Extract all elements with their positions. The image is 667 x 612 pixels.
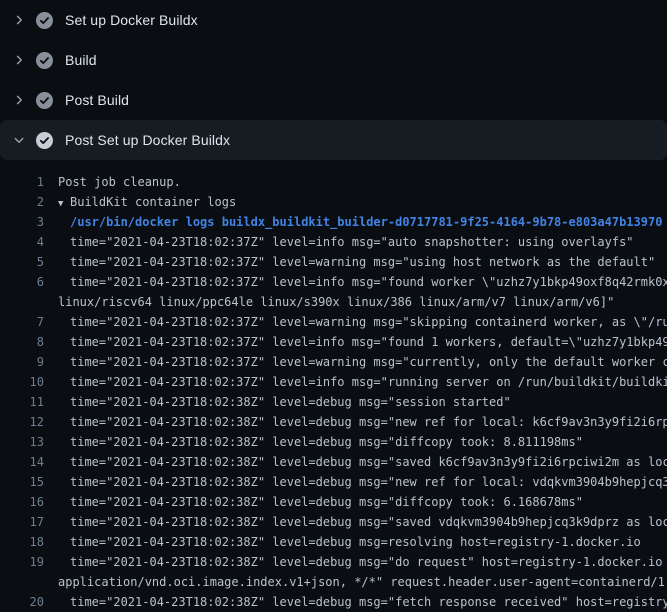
log-line: 15 time="2021-04-23T18:02:38Z" level=debu… [0, 472, 667, 492]
log-line-number[interactable]: 2 [0, 192, 44, 212]
log-line-number[interactable]: 16 [0, 492, 44, 512]
log-line: 3/usr/bin/docker logs buildx_buildkit_bu… [0, 212, 667, 232]
step-header-post-set-up-docker-buildx[interactable]: Post Set up Docker Buildx [0, 120, 667, 160]
log-line: 1 Post job cleanup. [0, 172, 667, 192]
step-label: Build [65, 52, 97, 68]
log-viewer: 1 Post job cleanup. 2 ▼BuildKit container l… [0, 160, 667, 612]
log-command-text: /usr/bin/docker logs buildx_buildkit_bui… [58, 212, 667, 232]
log-line: 8 time="2021-04-23T18:02:37Z" level=info … [0, 332, 667, 352]
log-line-number[interactable]: 18 [0, 532, 44, 552]
log-line-number[interactable]: 3 [0, 212, 44, 232]
log-line-number[interactable]: 1 [0, 172, 44, 192]
step-label: Post Build [65, 92, 129, 108]
log-line: 6 time="2021-04-23T18:02:37Z" level=info … [0, 272, 667, 292]
log-line-text: application/vnd.oci.image.index.v1+json,… [58, 572, 667, 592]
log-line-text: time="2021-04-23T18:02:38Z" level=debug … [58, 532, 667, 552]
chevron-down-icon [12, 133, 26, 147]
log-line-text: time="2021-04-23T18:02:37Z" level=info m… [58, 272, 667, 292]
log-line-text: time="2021-04-23T18:02:38Z" level=debug … [58, 392, 667, 412]
log-line-text: time="2021-04-23T18:02:37Z" level=warnin… [58, 252, 667, 272]
log-line-number[interactable]: 4 [0, 232, 44, 252]
log-line: 14 time="2021-04-23T18:02:38Z" level=debu… [0, 452, 667, 472]
log-line-text: time="2021-04-23T18:02:38Z" level=debug … [58, 412, 667, 432]
log-line: 11 time="2021-04-23T18:02:38Z" level=debu… [0, 392, 667, 412]
log-line-text: time="2021-04-23T18:02:37Z" level=warnin… [58, 312, 667, 332]
log-line: 4 time="2021-04-23T18:02:37Z" level=info … [0, 232, 667, 252]
log-line: 20 time="2021-04-23T18:02:38Z" level=debu… [0, 592, 667, 612]
log-line: 2 ▼BuildKit container logs [0, 192, 667, 212]
log-line: 16 time="2021-04-23T18:02:38Z" level=debu… [0, 492, 667, 512]
log-line-text: time="2021-04-23T18:02:37Z" level=info m… [58, 332, 667, 352]
collapse-triangle-icon[interactable]: ▼ [58, 194, 70, 212]
log-line-number[interactable]: 9 [0, 352, 44, 372]
log-line-number[interactable]: 7 [0, 312, 44, 332]
log-line-text: time="2021-04-23T18:02:38Z" level=debug … [58, 432, 667, 452]
chevron-right-icon [12, 53, 26, 67]
log-line-number-empty [0, 572, 44, 592]
log-line-number-empty [0, 292, 44, 312]
log-line-text: time="2021-04-23T18:02:38Z" level=debug … [58, 492, 667, 512]
check-circle-icon [36, 52, 53, 69]
log-line: 7 time="2021-04-23T18:02:37Z" level=warni… [0, 312, 667, 332]
log-line-number[interactable]: 19 [0, 552, 44, 572]
log-line-number[interactable]: 15 [0, 472, 44, 492]
log-line-number[interactable]: 17 [0, 512, 44, 532]
log-line: 10 time="2021-04-23T18:02:37Z" level=info… [0, 372, 667, 392]
chevron-right-icon [12, 13, 26, 27]
log-group-label: BuildKit container logs [70, 195, 236, 209]
check-circle-icon [36, 92, 53, 109]
log-line: 19 time="2021-04-23T18:02:38Z" level=debu… [0, 552, 667, 572]
log-line-number[interactable]: 11 [0, 392, 44, 412]
log-line-text: linux/riscv64 linux/ppc64le linux/s390x … [58, 292, 667, 312]
step-label: Set up Docker Buildx [65, 12, 198, 28]
check-circle-icon [36, 12, 53, 29]
log-line: 5 time="2021-04-23T18:02:37Z" level=warni… [0, 252, 667, 272]
log-line-text: time="2021-04-23T18:02:38Z" level=debug … [58, 512, 667, 532]
log-line-wrap: linux/riscv64 linux/ppc64le linux/s390x … [0, 292, 667, 312]
log-line: 12 time="2021-04-23T18:02:38Z" level=debu… [0, 412, 667, 432]
step-header-post-build[interactable]: Post Build [0, 80, 667, 120]
log-line-number[interactable]: 5 [0, 252, 44, 272]
log-line-text: time="2021-04-23T18:02:37Z" level=info m… [58, 372, 667, 392]
chevron-right-icon [12, 93, 26, 107]
log-line-text: time="2021-04-23T18:02:38Z" level=debug … [58, 452, 667, 472]
log-line-wrap: application/vnd.oci.image.index.v1+json,… [0, 572, 667, 592]
step-header-set-up-docker-buildx[interactable]: Set up Docker Buildx [0, 0, 667, 40]
steps-list: Set up Docker Buildx Build Post Build Post … [0, 0, 667, 160]
log-line-text: time="2021-04-23T18:02:38Z" level=debug … [58, 592, 667, 612]
step-label: Post Set up Docker Buildx [65, 132, 230, 148]
log-line-number[interactable]: 20 [0, 592, 44, 612]
log-line-number[interactable]: 8 [0, 332, 44, 352]
log-line-text: time="2021-04-23T18:02:38Z" level=debug … [58, 472, 667, 492]
log-line: 18 time="2021-04-23T18:02:38Z" level=debu… [0, 532, 667, 552]
log-line-number[interactable]: 12 [0, 412, 44, 432]
log-line-text[interactable]: ▼BuildKit container logs [58, 192, 667, 212]
step-header-build[interactable]: Build [0, 40, 667, 80]
log-line: 17 time="2021-04-23T18:02:38Z" level=debu… [0, 512, 667, 532]
log-line-text: time="2021-04-23T18:02:37Z" level=warnin… [58, 352, 667, 372]
log-line-text: time="2021-04-23T18:02:37Z" level=info m… [58, 232, 667, 252]
log-line-number[interactable]: 14 [0, 452, 44, 472]
log-line-text: Post job cleanup. [58, 172, 667, 192]
log-line-number[interactable]: 10 [0, 372, 44, 392]
log-line-text: time="2021-04-23T18:02:38Z" level=debug … [58, 552, 667, 572]
log-line-number[interactable]: 13 [0, 432, 44, 452]
log-line: 13 time="2021-04-23T18:02:38Z" level=debu… [0, 432, 667, 452]
log-line-number[interactable]: 6 [0, 272, 44, 292]
check-circle-icon [36, 132, 53, 149]
log-line: 9 time="2021-04-23T18:02:37Z" level=warni… [0, 352, 667, 372]
